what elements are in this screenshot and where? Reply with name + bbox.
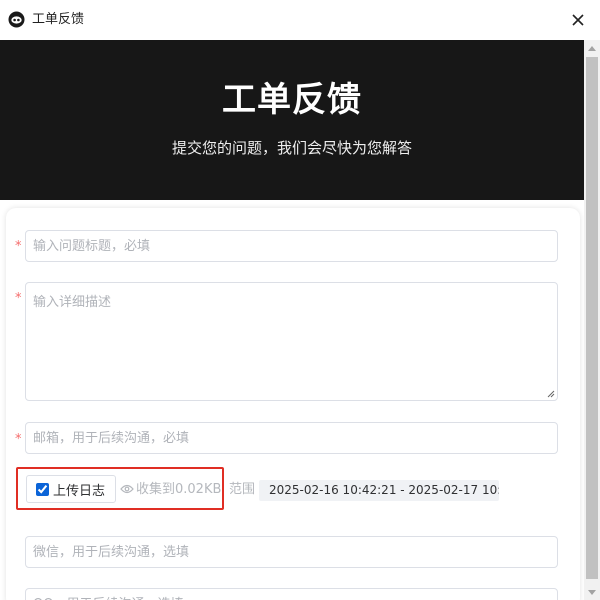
qq-input[interactable] xyxy=(26,589,557,600)
email-field-wrapper xyxy=(25,422,558,454)
wechat-input[interactable] xyxy=(26,537,557,567)
scroll-thumb[interactable] xyxy=(586,57,598,579)
title-input[interactable] xyxy=(26,231,557,261)
scroll-up-arrow-icon xyxy=(588,45,596,51)
email-input[interactable] xyxy=(26,423,557,453)
scroll-up-button[interactable] xyxy=(584,40,600,56)
wechat-field-wrapper xyxy=(25,536,558,568)
qq-field-wrapper xyxy=(25,588,558,600)
upload-log-checkbox-wrapper[interactable]: 上传日志 xyxy=(26,475,116,503)
required-mark: * xyxy=(15,239,22,254)
required-mark: * xyxy=(15,291,22,306)
description-field-wrapper xyxy=(25,282,558,401)
scroll-down-button[interactable] xyxy=(584,584,600,600)
description-textarea[interactable] xyxy=(26,283,557,400)
close-icon xyxy=(572,14,584,26)
hero-title: 工单反馈 xyxy=(222,80,362,120)
resize-grip-icon[interactable] xyxy=(546,389,555,398)
range-label: 范围 xyxy=(229,482,256,497)
eye-icon xyxy=(120,484,134,494)
window-title: 工单反馈 xyxy=(32,12,85,27)
window-titlebar: 工单反馈 xyxy=(0,0,600,40)
range-value[interactable]: 2025-02-16 10:42:21 - 2025-02-17 10:42: xyxy=(259,480,499,501)
app-logo-icon xyxy=(8,11,25,28)
hero-subtitle: 提交您的问题，我们会尽快为您解答 xyxy=(171,139,412,157)
upload-log-label: 上传日志 xyxy=(53,483,106,499)
scroll-down-arrow-icon xyxy=(588,589,596,595)
close-button[interactable] xyxy=(566,8,590,32)
title-field-wrapper xyxy=(25,230,558,262)
hero-banner: 工单反馈 提交您的问题，我们会尽快为您解答 xyxy=(0,40,584,200)
required-mark: * xyxy=(15,432,22,447)
upload-log-checkbox[interactable] xyxy=(36,482,49,496)
vertical-scrollbar[interactable] xyxy=(584,40,600,600)
collected-size-text: 收集到0.02KB xyxy=(136,482,222,497)
